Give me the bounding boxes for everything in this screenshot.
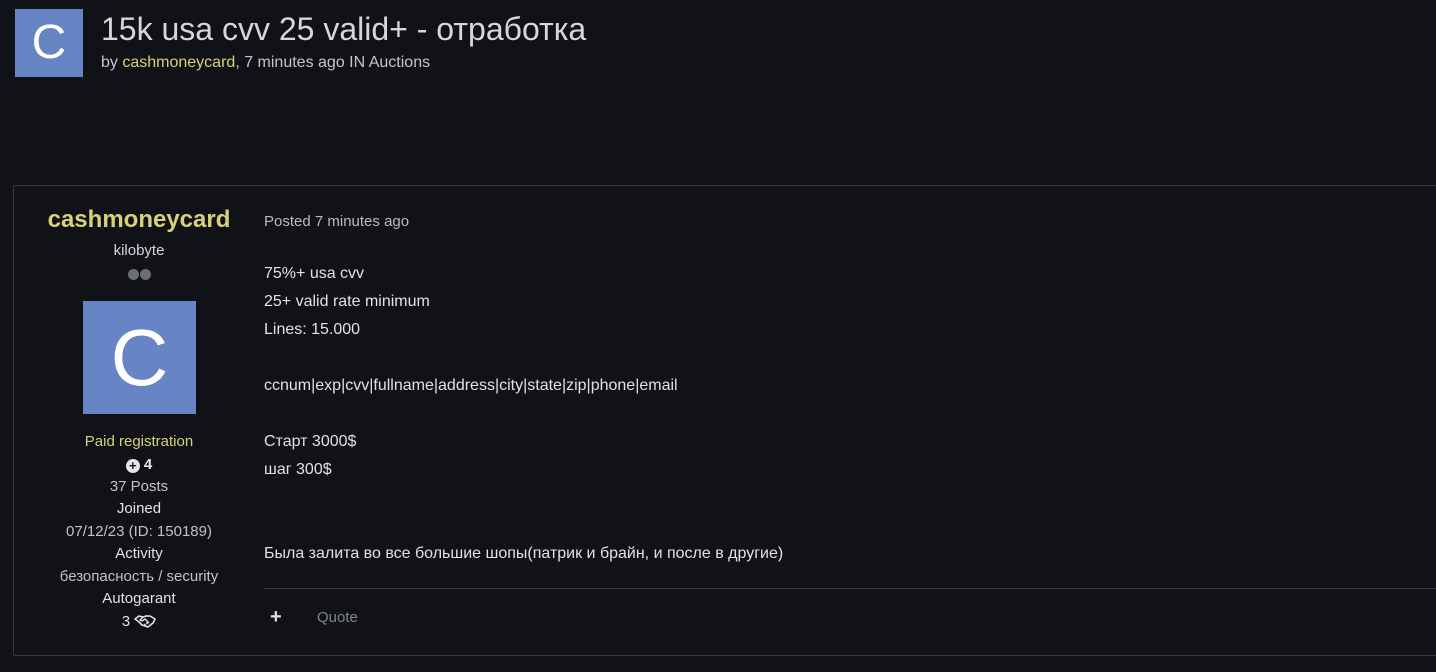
post-author-avatar[interactable]: C <box>83 301 196 414</box>
content-line: 75%+ usa cvv <box>264 265 365 282</box>
by-label: by <box>101 54 118 71</box>
joined-label: Joined <box>116 500 162 517</box>
content-line: ccnum|exp|cvv|fullname|address|city|stat… <box>264 377 678 394</box>
post-body: Posted 7 minutes ago 75%+ usa cvv 25+ va… <box>264 186 1436 656</box>
content-line <box>264 344 783 372</box>
rank-pip-icon <box>127 269 139 280</box>
post-actions: + Quote <box>264 606 664 630</box>
post-divider <box>264 588 1436 589</box>
autogarant-row: 3 <box>14 613 264 633</box>
post-content: 75%+ usa cvv 25+ valid rate minimum Line… <box>264 260 783 568</box>
content-line <box>264 484 783 512</box>
activity-label: Activity <box>115 545 163 562</box>
joined-value: 07/12/23 (ID: 150189) <box>66 523 212 540</box>
post-count[interactable]: 37 Posts <box>14 478 264 495</box>
handshake-icon <box>134 613 157 633</box>
reputation-count: 4 <box>143 456 153 473</box>
activity-value: безопасность / security <box>59 568 219 585</box>
plus-circle-icon: + <box>125 459 140 473</box>
rank-pip-icon <box>139 269 151 280</box>
content-line <box>264 512 783 540</box>
rank-pips <box>14 267 264 281</box>
content-line: Была залита во все большие шопы(патрик и… <box>264 545 784 562</box>
topic-author-avatar[interactable]: C <box>15 9 83 77</box>
multiquote-plus-button[interactable]: + <box>270 607 282 627</box>
post-date[interactable]: Posted 7 minutes ago <box>264 213 409 230</box>
post: cashmoneycard kilobyte C Paid registrati… <box>13 185 1436 656</box>
content-line: Lines: 15.000 <box>264 321 361 338</box>
content-line: 25+ valid rate minimum <box>264 293 430 310</box>
reputation: + 4 <box>14 456 264 473</box>
topic-title: 15k usa cvv 25 valid+ - отработка <box>101 11 587 47</box>
topic-author-link[interactable]: cashmoneycard <box>122 54 235 71</box>
content-line: шаг 300$ <box>264 461 332 478</box>
author-group: Paid registration <box>84 433 194 450</box>
quote-button[interactable]: Quote <box>317 609 358 626</box>
content-line: Старт 3000$ <box>264 433 357 450</box>
topic-meta-suffix: , 7 minutes ago IN Auctions <box>235 54 431 71</box>
post-author-name[interactable]: cashmoneycard <box>14 206 264 234</box>
author-panel: cashmoneycard kilobyte C Paid registrati… <box>14 186 264 656</box>
topic-header: C 15k usa cvv 25 valid+ - отработка by c… <box>15 9 1415 79</box>
author-rank: kilobyte <box>113 242 165 259</box>
autogarant-value: 3 <box>121 613 131 630</box>
content-line <box>264 400 783 428</box>
topic-meta: by cashmoneycard, 7 minutes ago IN Aucti… <box>101 54 430 72</box>
autogarant-label: Autogarant <box>102 590 176 607</box>
